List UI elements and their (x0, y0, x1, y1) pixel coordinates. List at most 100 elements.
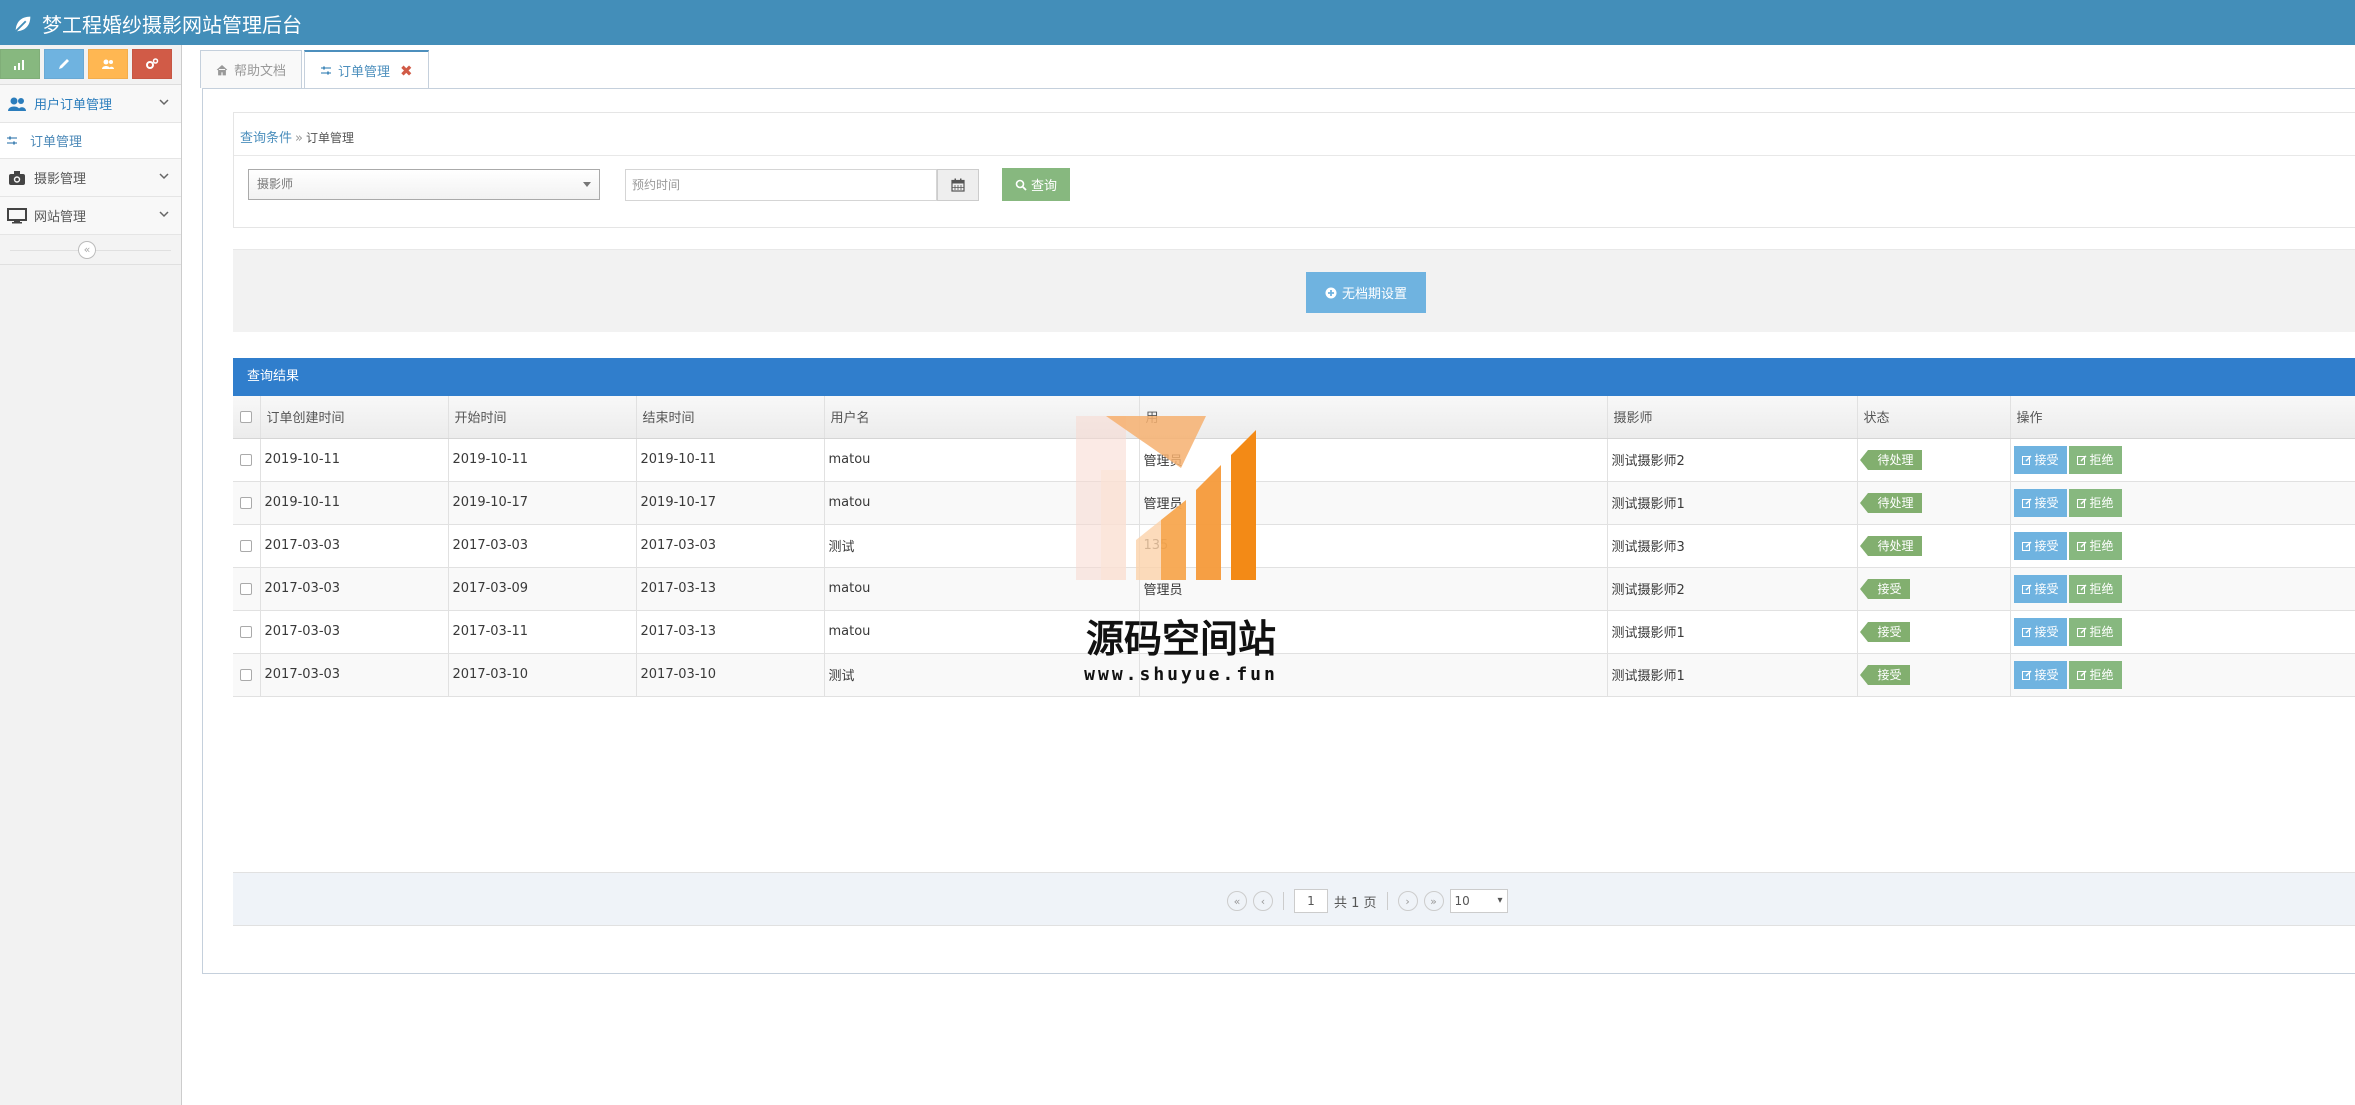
tab-order-management[interactable]: 订单管理 ✖ (304, 50, 429, 89)
grid-title: 查询结果 (233, 358, 2355, 396)
chevron-down-icon (159, 173, 169, 180)
accept-button[interactable]: 接受 (2013, 445, 2067, 474)
rows-per-page-select[interactable]: 10 (1449, 889, 1508, 913)
sliders-icon (321, 66, 332, 74)
reject-button-label: 拒绝 (2089, 453, 2114, 467)
reject-button[interactable]: 拒绝 (2068, 660, 2122, 689)
cell-status: 待处理 (1857, 438, 2011, 482)
first-page-button[interactable]: « (1227, 891, 1247, 911)
brand[interactable]: 梦工程婚纱摄影网站管理后台 (12, 9, 302, 38)
pager: « ‹ 1 共 1 页 › » 10 (233, 872, 2355, 926)
table-row[interactable]: 2017-03-03 2017-03-09 2017-03-13 matou 管… (233, 567, 2355, 611)
reject-button[interactable]: 拒绝 (2068, 574, 2122, 603)
accept-button[interactable]: 接受 (2013, 574, 2067, 603)
column-header[interactable]: 摄影师 (1607, 396, 1858, 439)
column-header[interactable]: 操作 (2010, 396, 2355, 439)
signal-icon (14, 60, 24, 70)
cell-col5: 135 (1139, 524, 1608, 568)
breadcrumb-root[interactable]: 查询条件 (240, 131, 292, 146)
select-all-checkbox[interactable] (240, 410, 252, 423)
cell-created: 2017-03-03 (260, 524, 449, 568)
search-button-label: 查询 (1030, 179, 1057, 194)
sidebar-item-order-management[interactable]: 订单管理 (0, 123, 181, 159)
column-header[interactable]: 状态 (1857, 396, 2011, 439)
column-header[interactable]: 结束时间 (636, 396, 825, 439)
sidebar-collapse-button[interactable]: « (78, 241, 96, 259)
accept-button[interactable]: 接受 (2013, 660, 2067, 689)
prev-page-button[interactable]: ‹ (1253, 891, 1273, 911)
edit-icon (2076, 670, 2087, 680)
desktop-icon (6, 207, 28, 225)
shortcut-users-button[interactable] (88, 49, 128, 79)
photographer-select[interactable]: 摄影师 (248, 169, 600, 200)
cell-created: 2019-10-11 (260, 438, 449, 482)
cell-end: 2017-03-03 (636, 524, 825, 568)
reject-button[interactable]: 拒绝 (2068, 617, 2122, 646)
appointment-date-input[interactable]: 预约时间 (625, 169, 937, 201)
table-row[interactable]: 2019-10-11 2019-10-17 2019-10-17 matou 管… (233, 481, 2355, 525)
results-table: 订单创建时间 开始时间 结束时间 用户名 用 摄影师 状态 操作 2019-10… (233, 396, 2355, 697)
column-header[interactable]: 订单创建时间 (260, 396, 449, 439)
row-checkbox[interactable] (240, 582, 252, 595)
sidebar-item-label: 网站管理 (34, 210, 87, 225)
photographer-select-placeholder: 摄影师 (257, 177, 294, 191)
divider (234, 155, 2355, 156)
cell-col5 (1139, 653, 1608, 697)
column-header[interactable]: 用户名 (824, 396, 1140, 439)
table-row[interactable]: 2019-10-11 2019-10-11 2019-10-11 matou 管… (233, 438, 2355, 482)
row-select-cell (233, 610, 261, 654)
search-button[interactable]: 查询 (1002, 168, 1070, 201)
last-page-button[interactable]: » (1423, 891, 1444, 911)
row-checkbox[interactable] (240, 453, 252, 466)
page-number-input[interactable]: 1 (1294, 889, 1328, 913)
status-badge: 接受 (1859, 664, 1910, 685)
edit-icon (2021, 541, 2031, 551)
reject-button[interactable]: 拒绝 (2068, 445, 2122, 474)
accept-button[interactable]: 接受 (2013, 617, 2067, 646)
cell-username: matou (824, 481, 1140, 525)
reject-button[interactable]: 拒绝 (2068, 488, 2122, 517)
row-checkbox[interactable] (240, 625, 252, 638)
row-checkbox[interactable] (240, 668, 252, 681)
cogs-icon (146, 58, 159, 69)
sidebar-item-user-orders[interactable]: 用户订单管理 (0, 85, 181, 123)
cell-photographer: 测试摄影师1 (1607, 481, 1858, 525)
accept-button-label: 接受 (2034, 453, 2059, 467)
shortcut-cogs-button[interactable] (132, 49, 172, 79)
accept-button-label: 接受 (2034, 582, 2059, 596)
column-header[interactable]: 用 (1139, 396, 1608, 439)
next-page-button[interactable]: › (1397, 891, 1418, 911)
cell-end: 2017-03-13 (636, 610, 825, 654)
reject-button-label: 拒绝 (2089, 625, 2114, 639)
calendar-button[interactable] (937, 169, 979, 201)
users-icon (102, 59, 114, 69)
shortcut-pencil-button[interactable] (44, 49, 84, 79)
table-row[interactable]: 2017-03-03 2017-03-11 2017-03-13 matou 测… (233, 610, 2355, 654)
status-badge: 接受 (1859, 621, 1910, 642)
reject-button[interactable]: 拒绝 (2068, 531, 2122, 560)
sidebar-item-photography[interactable]: 摄影管理 (0, 159, 181, 197)
no-schedule-settings-button[interactable]: 无档期设置 (1306, 272, 1426, 313)
accept-button[interactable]: 接受 (2013, 531, 2067, 560)
edit-icon (2076, 455, 2087, 465)
accept-button[interactable]: 接受 (2013, 488, 2067, 517)
cell-created: 2017-03-03 (260, 567, 449, 611)
tab-help-docs[interactable]: 帮助文档 (200, 50, 303, 88)
table-row[interactable]: 2017-03-03 2017-03-10 2017-03-10 测试 测试摄影… (233, 653, 2355, 697)
shortcut-signal-button[interactable] (0, 49, 40, 79)
edit-icon (2076, 627, 2087, 637)
sidebar-item-website[interactable]: 网站管理 (0, 197, 181, 235)
row-checkbox[interactable] (240, 496, 252, 509)
pencil-icon (59, 59, 69, 69)
column-header[interactable]: 开始时间 (448, 396, 637, 439)
table-row[interactable]: 2017-03-03 2017-03-03 2017-03-03 测试 135 … (233, 524, 2355, 568)
close-icon[interactable]: ✖ (400, 62, 413, 80)
status-badge: 待处理 (1859, 535, 1922, 556)
reject-button-label: 拒绝 (2089, 496, 2114, 510)
row-checkbox[interactable] (240, 539, 252, 552)
tab-label: 订单管理 (338, 65, 391, 80)
cell-username: 测试 (824, 524, 1140, 568)
leaf-icon (15, 16, 31, 32)
cell-photographer: 测试摄影师1 (1607, 610, 1858, 654)
cell-created: 2017-03-03 (260, 653, 449, 697)
